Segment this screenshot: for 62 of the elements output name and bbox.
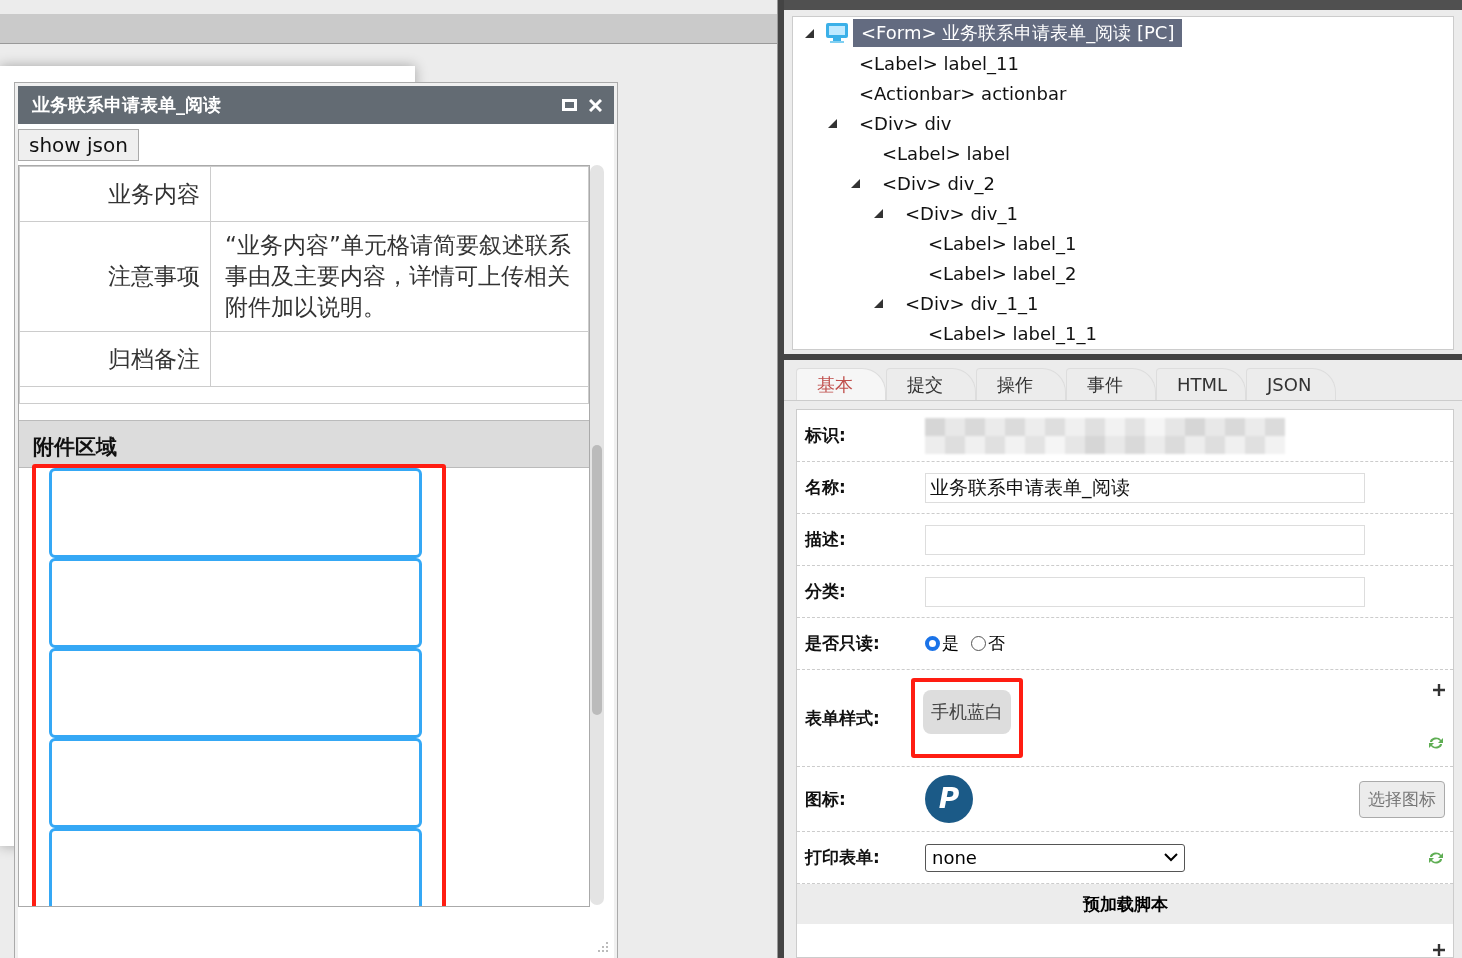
- expanded-toggle-icon[interactable]: [828, 118, 837, 128]
- tree-node[interactable]: <Label> label_2: [920, 260, 1085, 286]
- tree-node[interactable]: <Label> label_1_1: [920, 320, 1105, 346]
- attachment-slot[interactable]: [49, 468, 422, 558]
- radio-label: 是: [942, 632, 959, 655]
- letter-p-icon: P: [925, 775, 973, 823]
- field-label: 描述:: [805, 529, 846, 549]
- tree-node[interactable]: <Label> label: [874, 140, 1018, 166]
- radio-label: 否: [988, 632, 1005, 655]
- tree-node[interactable]: <Form> 业务联系申请表单_阅读 [PC]: [853, 19, 1183, 47]
- field-text: “业务内容”单元格请简要叙述联系事由及主要内容，详情可上传相关附件加以说明。: [225, 232, 571, 320]
- text-field[interactable]: [925, 524, 1365, 555]
- field-label: 表单样式:: [805, 707, 880, 728]
- field-label: 分类:: [805, 581, 846, 601]
- caret-icon: [1164, 853, 1178, 862]
- tree-node[interactable]: <Div> div_2: [874, 170, 1003, 196]
- text-field[interactable]: [925, 576, 1365, 607]
- close-icon[interactable]: [589, 98, 602, 112]
- field-label: 标识:: [805, 425, 846, 445]
- expanded-toggle-icon[interactable]: [874, 298, 883, 308]
- field-label: 注意事项: [108, 263, 200, 289]
- maximize-icon[interactable]: [562, 99, 577, 111]
- dialog-title: 业务联系申请表单_阅读: [32, 93, 221, 117]
- scrollbar[interactable]: [590, 165, 604, 905]
- style-chip[interactable]: 手机蓝白: [923, 690, 1011, 734]
- tree-node[interactable]: <Div> div: [851, 110, 960, 136]
- attachment-slot[interactable]: [49, 738, 422, 828]
- resize-grip-icon[interactable]: [597, 941, 609, 953]
- plus-icon[interactable]: [1433, 684, 1445, 696]
- field-label: 业务内容: [108, 180, 200, 207]
- monitor-icon: [825, 21, 849, 45]
- expanded-toggle-icon[interactable]: [851, 178, 860, 188]
- attachment-slot[interactable]: [49, 828, 422, 906]
- field-label: 是否只读:: [805, 633, 880, 653]
- tab[interactable]: 提交: [886, 368, 976, 400]
- attachment-slot[interactable]: [49, 648, 422, 738]
- radio-button[interactable]: [971, 636, 986, 651]
- tree-node[interactable]: <Label> label_1: [920, 230, 1085, 256]
- field-label: 打印表单:: [805, 847, 880, 867]
- radio-button[interactable]: [925, 636, 940, 651]
- text-field[interactable]: 业务联系申请表单_阅读: [925, 472, 1365, 503]
- tab[interactable]: JSON: [1246, 368, 1336, 400]
- tree-node[interactable]: <Div> div_1: [897, 200, 1026, 226]
- print-form-select[interactable]: none: [925, 843, 1185, 872]
- expanded-toggle-icon[interactable]: [874, 208, 883, 218]
- plus-icon[interactable]: [1433, 943, 1445, 956]
- field-label: 名称:: [805, 477, 846, 497]
- tab[interactable]: HTML: [1156, 368, 1246, 400]
- expanded-toggle-icon[interactable]: [805, 28, 814, 38]
- section-title: 预加载脚本: [1082, 892, 1168, 916]
- field-label: 归档备注: [108, 345, 200, 372]
- field-label: 图标:: [805, 788, 846, 809]
- tree-node[interactable]: <Label> label_11: [851, 50, 1027, 76]
- attachment-slot[interactable]: [49, 558, 422, 648]
- choose-icon-button[interactable]: 选择图标: [1359, 780, 1445, 818]
- tab[interactable]: 事件: [1066, 368, 1156, 400]
- section-title: 附件区域: [33, 434, 117, 461]
- tab[interactable]: 基本: [796, 368, 886, 400]
- tree-node[interactable]: <Actionbar> actionbar: [851, 80, 1075, 106]
- tab[interactable]: 操作: [976, 368, 1066, 400]
- show-json-button[interactable]: show json: [18, 129, 139, 161]
- tree-node[interactable]: <Div> div_1_1: [897, 290, 1047, 316]
